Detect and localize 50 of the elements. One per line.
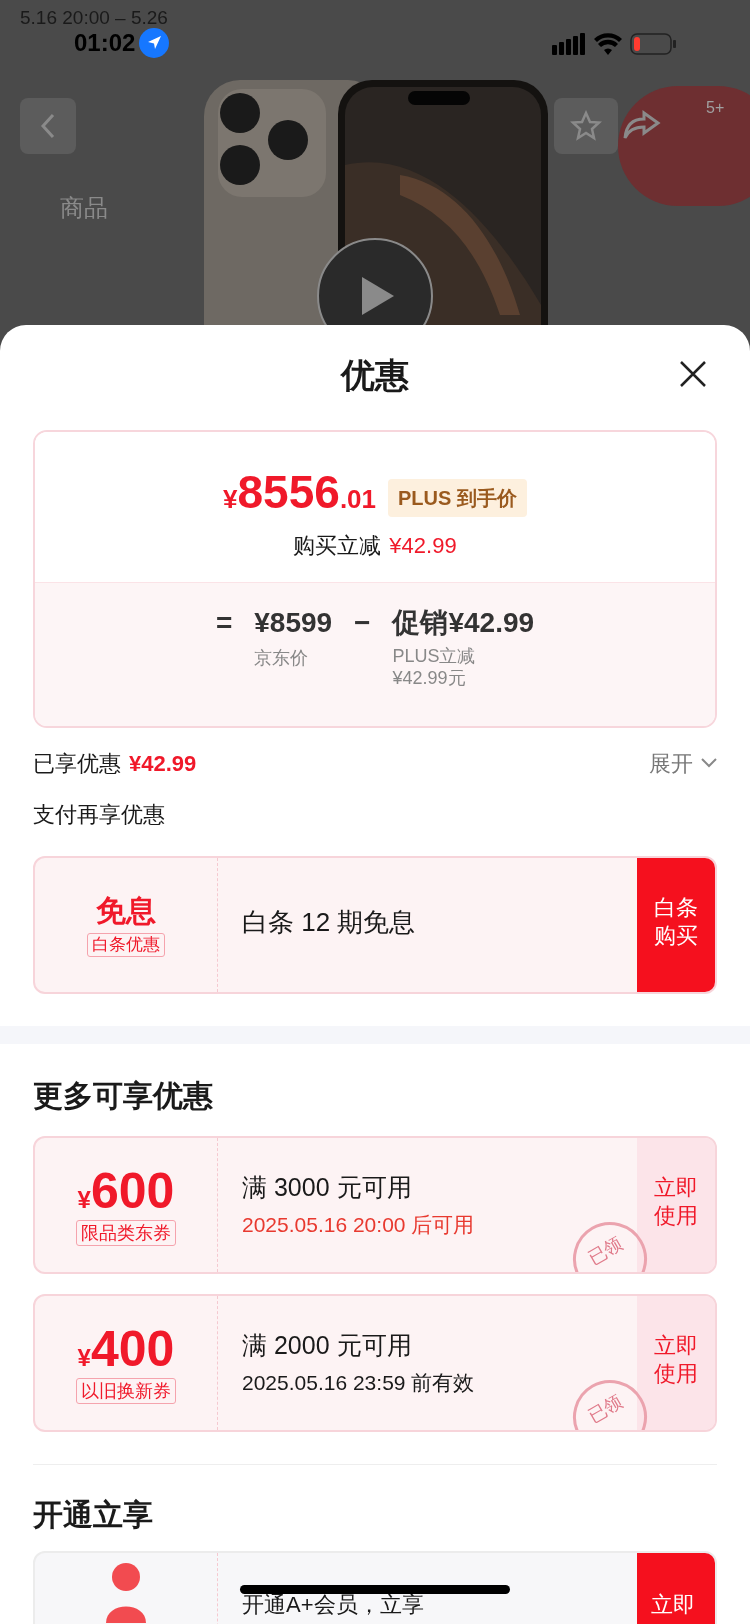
coupon-condition: 满 3000 元可用 — [242, 1172, 413, 1202]
buy-button[interactable]: 白条购买 — [637, 858, 715, 992]
equals-sign: = — [215, 606, 233, 640]
coupon-condition: 满 2000 元可用 — [242, 1330, 413, 1360]
promo-label: PLUS立减 — [392, 645, 477, 667]
coupon-amount: ¥600 — [77, 1164, 175, 1218]
price-text: ¥8556.01 — [223, 468, 377, 519]
coupon-amount: ¥400 — [77, 1322, 175, 1376]
back-icon — [40, 113, 56, 139]
discount-value: ¥42.99 — [129, 749, 197, 778]
close-icon — [678, 359, 708, 389]
star-icon — [570, 110, 602, 142]
membership-description: 开通A+会员，立享 — [242, 1592, 424, 1617]
section-label: 支付再享优惠 — [33, 801, 166, 829]
battery-icon — [630, 33, 676, 55]
coupon-description: 白条 12 期免息 — [242, 905, 416, 939]
section-heading: 更多可享优惠 — [33, 1078, 214, 1114]
coupon-validity: 2025.05.16 20:00 后可用 — [242, 1212, 476, 1238]
tab[interactable]: 商品 — [60, 190, 108, 226]
section-heading: 开通立享 — [33, 1497, 154, 1533]
coupon-title: 免息 — [96, 893, 156, 929]
use-button[interactable]: 立即使用 — [637, 1296, 715, 1430]
base-price-label: 京东价 — [254, 647, 310, 670]
location-icon — [139, 28, 170, 58]
promo-detail: ¥42.99元 — [392, 667, 467, 689]
status-time: 01:02 — [74, 28, 136, 58]
back-button[interactable] — [20, 98, 76, 154]
saving-value: ¥42.99 — [389, 532, 457, 560]
promo-amount: 促销¥42.99 — [392, 606, 535, 640]
base-price: ¥8599 — [254, 606, 333, 640]
chevron-down-icon — [701, 758, 717, 768]
sheet-title: 优惠 — [341, 354, 409, 396]
favorite-button[interactable] — [554, 98, 618, 154]
expand-button[interactable]: 展开 — [649, 746, 717, 780]
signal-icon — [552, 33, 586, 55]
coupon-validity: 2025.05.16 23:59 前有效 — [242, 1370, 476, 1396]
coupon-tag: 以旧换新券 — [76, 1378, 176, 1404]
cart-count-text: 5+ — [706, 98, 725, 118]
close-button[interactable] — [678, 359, 708, 389]
share-icon — [622, 110, 662, 140]
minus-sign: − — [354, 606, 371, 640]
discount-label: 已享优惠 — [33, 749, 121, 778]
plus-price-tag: PLUS 到手价 — [388, 479, 527, 517]
use-button[interactable]: 立即使用 — [637, 1138, 715, 1272]
user-icon — [104, 1563, 148, 1623]
saving-label: 购买立减 — [293, 532, 382, 560]
coupon-tag: 限品类东券 — [76, 1220, 176, 1246]
coupon-tag: 白条优惠 — [87, 933, 165, 957]
join-button[interactable]: 立即 — [637, 1553, 715, 1624]
wifi-icon — [594, 33, 622, 55]
